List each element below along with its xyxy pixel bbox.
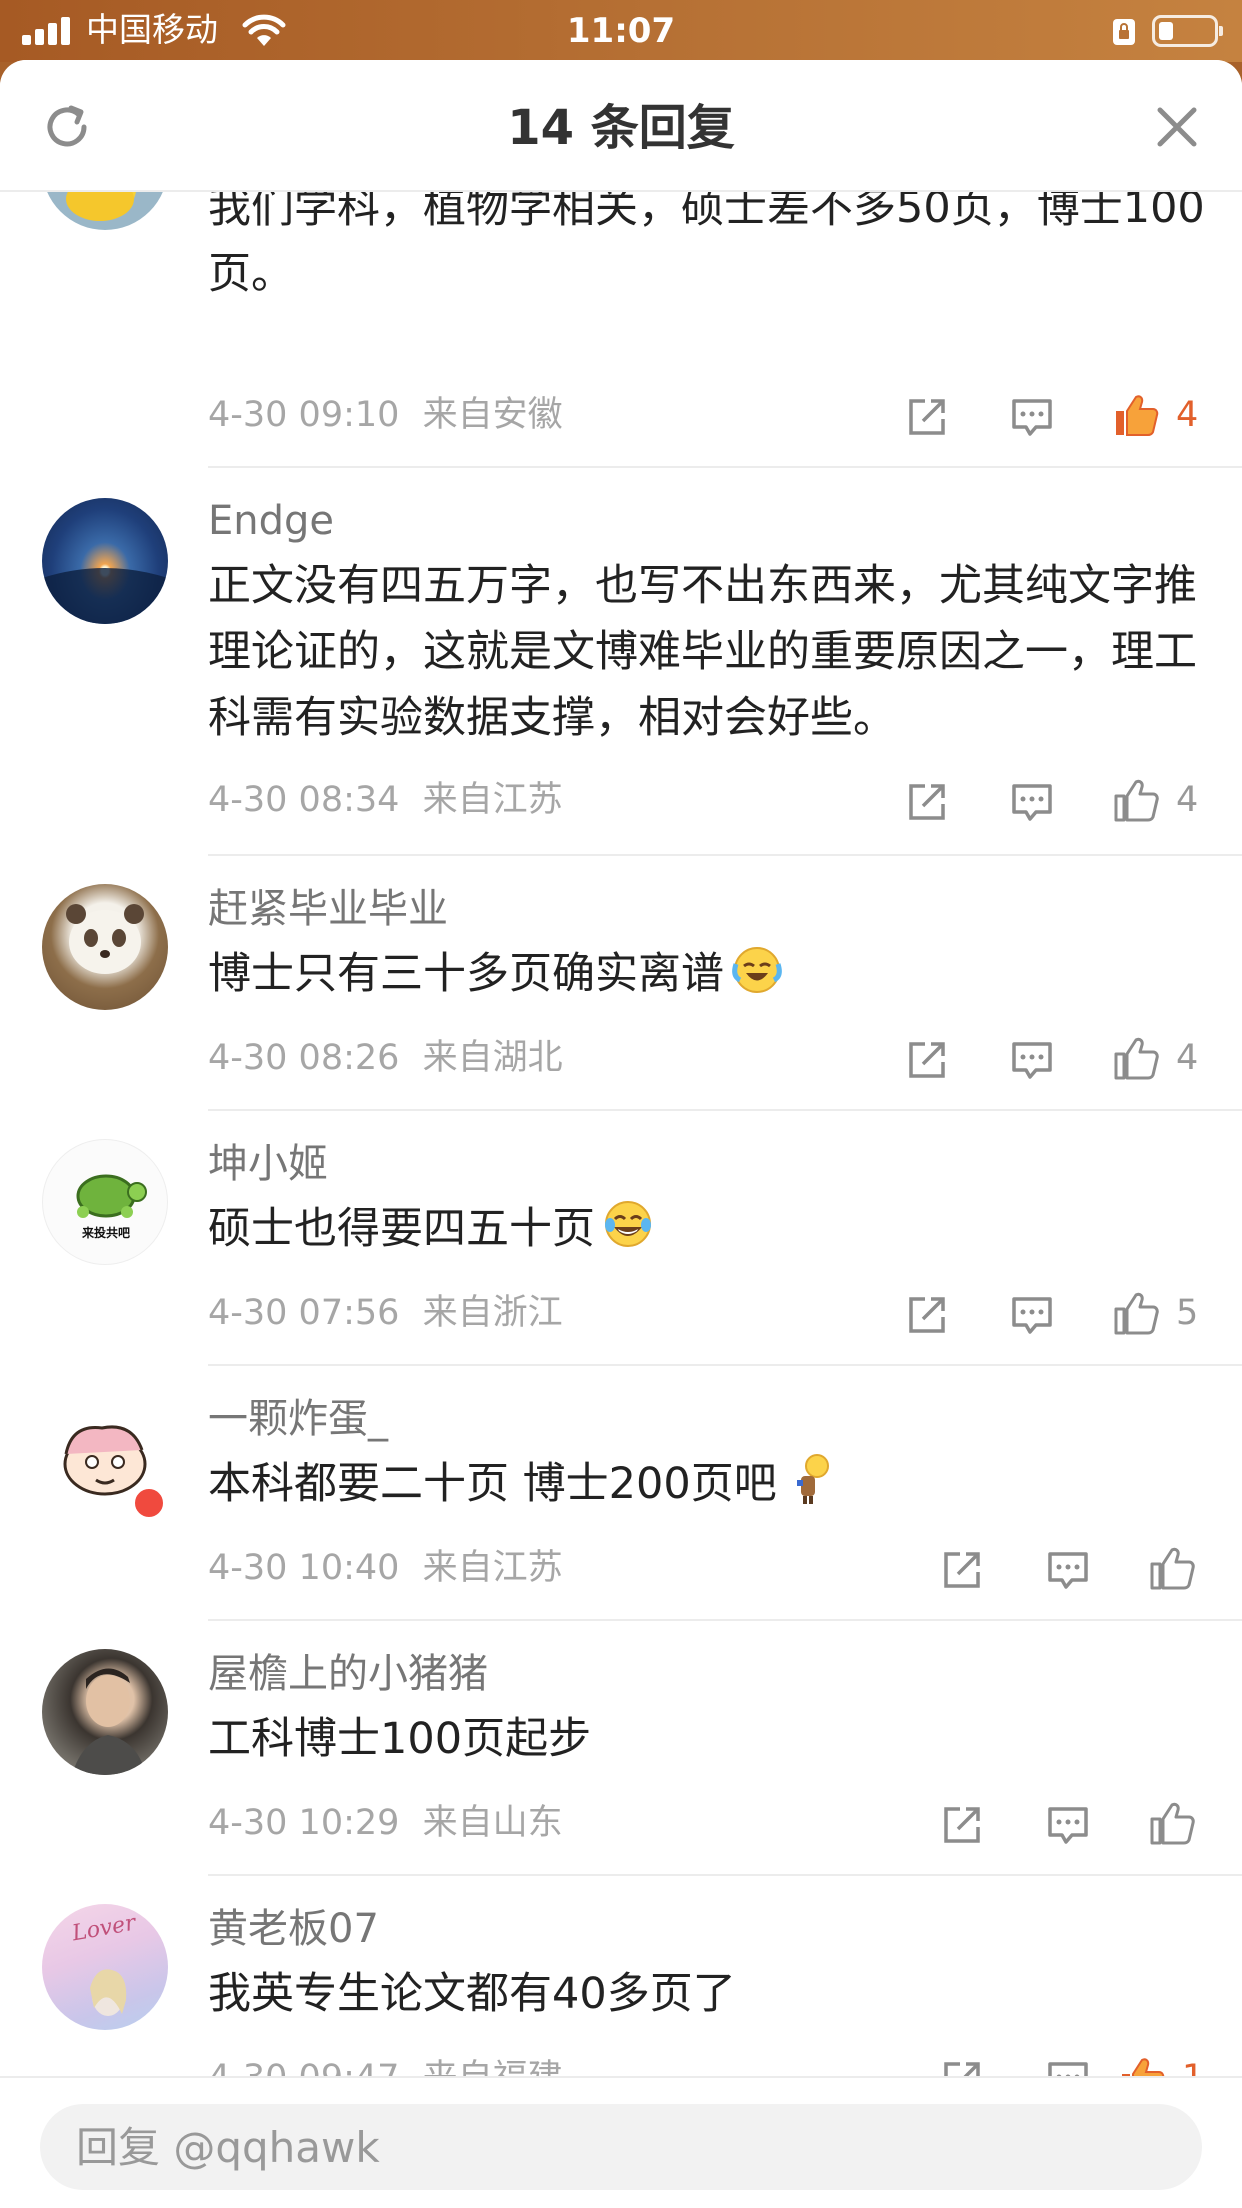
comment-time: 4-30 10:29 bbox=[208, 1803, 400, 1843]
tears-of-joy-emoji bbox=[605, 1201, 651, 1247]
comment-icon[interactable] bbox=[1044, 1801, 1092, 1849]
like-icon-active[interactable] bbox=[1112, 391, 1160, 439]
sheet-header: 14 条回复 bbox=[0, 60, 1242, 192]
comment-location: 来自湖北 bbox=[422, 1038, 563, 1078]
comment-text: 工科博士100页起步 bbox=[208, 1714, 592, 1764]
replies-sheet: 14 条回复 我们学科，植物学相关，硕士差不多50页，博士100页。 4-30 … bbox=[0, 60, 1242, 2208]
username[interactable]: 坤小姬 bbox=[208, 1139, 328, 1189]
comment-text: 我英专生论文都有40多页了 bbox=[208, 1969, 736, 2019]
comment-text: 博士只有三十多页确实离谱 bbox=[208, 941, 1208, 1007]
clock: 11:07 bbox=[566, 11, 676, 51]
close-icon[interactable] bbox=[1152, 102, 1202, 152]
lightbulb-figure-emoji bbox=[796, 1454, 829, 1504]
comment-item: 赶紧毕业毕业 博士只有三十多页确实离谱 4-30 08:26 来自湖北 4 bbox=[0, 856, 1242, 1111]
comment-text: 正文没有四五万字，也写不出东西来，尤其纯文字推理论证的，这就是文博难毕业的重要原… bbox=[208, 561, 1197, 743]
comment-location: 来自安徽 bbox=[422, 395, 563, 435]
username[interactable]: 黄老板07 bbox=[208, 1904, 379, 1954]
share-icon[interactable] bbox=[938, 1801, 986, 1849]
like-count: 5 bbox=[1176, 1293, 1199, 1333]
comment-meta: 4-30 09:10 来自安徽 bbox=[208, 393, 563, 437]
username[interactable]: 赶紧毕业毕业 bbox=[208, 884, 448, 934]
username[interactable]: Endge bbox=[208, 496, 334, 546]
avatar[interactable] bbox=[42, 498, 168, 624]
comment-item: 屋檐上的小猪猪 工科博士100页起步 4-30 10:29 来自山东 bbox=[0, 1621, 1242, 1876]
comment-icon[interactable] bbox=[1008, 1291, 1056, 1339]
comment-icon[interactable] bbox=[1008, 393, 1056, 441]
share-icon[interactable] bbox=[903, 778, 951, 826]
comment-meta: 4-30 08:26 来自湖北 bbox=[208, 1036, 563, 1080]
comment-icon[interactable] bbox=[1044, 1546, 1092, 1594]
like-count: 4 bbox=[1176, 780, 1199, 820]
like-icon[interactable] bbox=[1148, 1544, 1196, 1592]
comment-meta: 4-30 10:29 来自山东 bbox=[208, 1801, 563, 1845]
battery-icon bbox=[1152, 15, 1223, 47]
turtle-icon bbox=[76, 1174, 147, 1218]
comment-item: 我们学科，植物学相关，硕士差不多50页，博士100页。 4-30 09:10 来… bbox=[0, 104, 1242, 468]
avatar[interactable] bbox=[42, 1649, 168, 1775]
man-photo-icon bbox=[72, 1668, 146, 1775]
comment-time: 4-30 07:56 bbox=[208, 1293, 400, 1333]
comment-text: 我们学科，植物学相关，硕士差不多50页，博士100页。 bbox=[208, 183, 1205, 299]
comment-location: 来自江苏 bbox=[422, 1548, 563, 1588]
comment-time: 4-30 08:26 bbox=[208, 1038, 400, 1078]
share-icon[interactable] bbox=[903, 393, 951, 441]
share-icon[interactable] bbox=[903, 1036, 951, 1084]
crying-laugh-emoji bbox=[732, 947, 782, 993]
comment-item: 来投共吧 坤小姬 硕士也得要四五十页 4-30 07:56 来自浙江 5 bbox=[0, 1111, 1242, 1366]
comment-text: 硕士也得要四五十页 bbox=[208, 1196, 1208, 1262]
avatar[interactable] bbox=[42, 884, 168, 1010]
comment-icon[interactable] bbox=[1008, 778, 1056, 826]
panda-icon bbox=[66, 904, 144, 974]
avatar-caption: 来投共吧 bbox=[81, 1226, 130, 1240]
comment-meta: 4-30 07:56 来自浙江 bbox=[208, 1291, 563, 1335]
comment-time: 4-30 09:10 bbox=[208, 395, 400, 435]
share-icon[interactable] bbox=[938, 1546, 986, 1594]
like-icon[interactable] bbox=[1148, 1799, 1196, 1847]
comment-text: 本科都要二十页 博士200页吧 bbox=[208, 1451, 1208, 1517]
reply-input[interactable]: 回复 @qqhawk bbox=[40, 2104, 1202, 2190]
comment-location: 来自江苏 bbox=[422, 780, 563, 820]
avatar[interactable]: Lover bbox=[42, 1904, 168, 2030]
verified-badge-icon bbox=[132, 1486, 166, 1520]
reply-bar: 回复 @qqhawk bbox=[0, 2076, 1242, 2208]
like-count: 4 bbox=[1176, 395, 1199, 435]
username[interactable]: 屋檐上的小猪猪 bbox=[208, 1649, 488, 1699]
comment-time: 4-30 08:34 bbox=[208, 780, 400, 820]
like-icon[interactable] bbox=[1112, 1034, 1160, 1082]
reply-placeholder: 回复 @qqhawk bbox=[76, 2123, 380, 2172]
like-icon[interactable] bbox=[1112, 776, 1160, 824]
portrait-lock-icon bbox=[1113, 19, 1135, 45]
comment-time: 4-30 10:40 bbox=[208, 1548, 400, 1588]
like-count: 4 bbox=[1176, 1038, 1199, 1078]
page-title: 14 条回复 bbox=[507, 100, 735, 156]
status-bar: 中国移动 11:07 bbox=[0, 0, 1242, 62]
comment-icon[interactable] bbox=[1008, 1036, 1056, 1084]
username[interactable]: 一颗炸蛋_ bbox=[208, 1394, 388, 1444]
comment-location: 来自浙江 bbox=[422, 1293, 563, 1333]
comment-location: 来自山东 bbox=[422, 1803, 563, 1843]
comment-item: 一颗炸蛋_ 本科都要二十页 博士200页吧 4-30 10:40 来自江苏 bbox=[0, 1366, 1242, 1621]
comment-item: Endge 正文没有四五万字，也写不出东西来，尤其纯文字推理论证的，这就是文博难… bbox=[0, 468, 1242, 856]
earth-sunrise-icon bbox=[42, 568, 168, 624]
avatar[interactable] bbox=[42, 1394, 168, 1520]
comment-meta: 4-30 10:40 来自江苏 bbox=[208, 1546, 563, 1590]
like-icon[interactable] bbox=[1112, 1289, 1160, 1337]
comment-meta: 4-30 08:34 来自江苏 bbox=[208, 778, 563, 822]
share-icon[interactable] bbox=[903, 1291, 951, 1339]
avatar[interactable]: 来投共吧 bbox=[42, 1139, 168, 1265]
